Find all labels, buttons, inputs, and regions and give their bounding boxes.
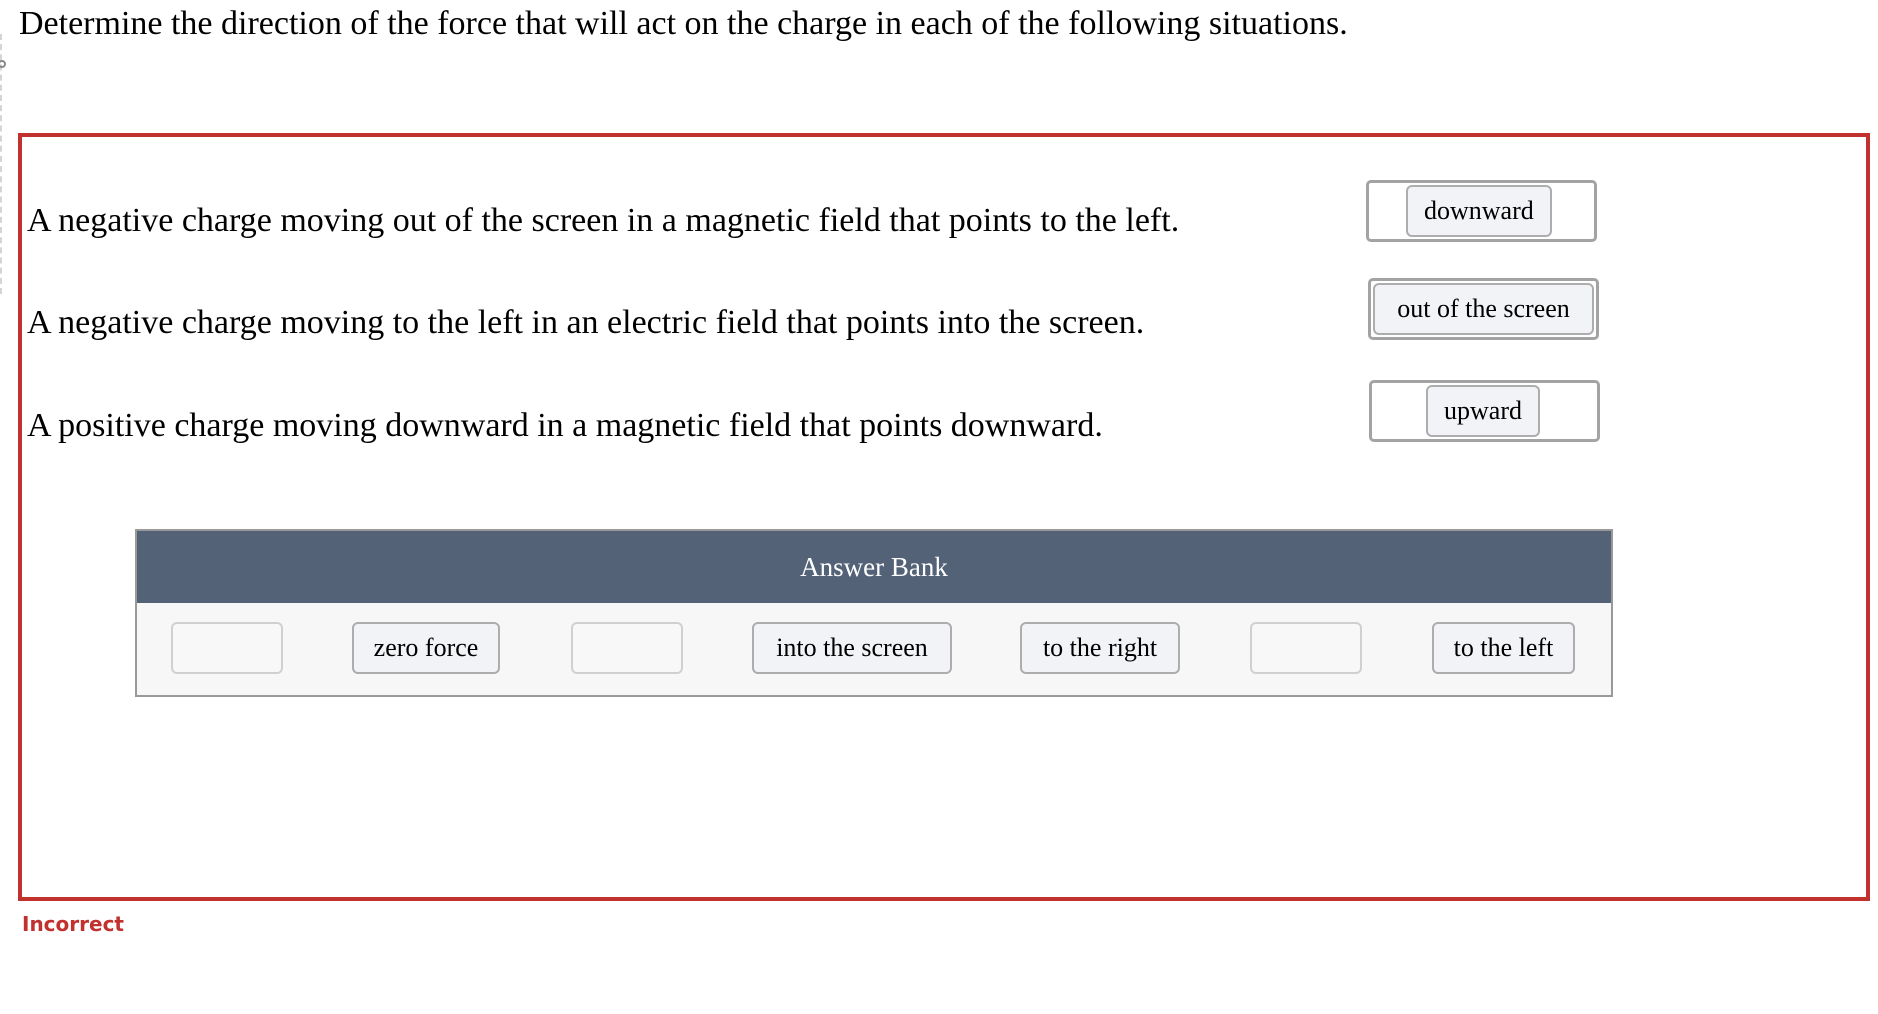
feedback-status: Incorrect — [22, 912, 124, 936]
empty-bank-cell — [1250, 622, 1362, 674]
gutter-guide-line — [0, 34, 6, 294]
answer-chip-to-the-left[interactable]: to the left — [1432, 622, 1575, 674]
placed-answer-chip[interactable]: out of the screen — [1373, 283, 1594, 335]
statement-2: A negative charge moving to the left in … — [27, 304, 1145, 341]
question-box-incorrect: A negative charge moving out of the scre… — [18, 133, 1870, 901]
answer-chip-to-the-right[interactable]: to the right — [1020, 622, 1180, 674]
answer-bank: Answer Bank zero force into the screen t… — [135, 529, 1613, 697]
empty-bank-cell — [171, 622, 283, 674]
placed-answer-chip[interactable]: upward — [1426, 385, 1540, 437]
answer-chip-into-the-screen[interactable]: into the screen — [752, 622, 952, 674]
question-title: Determine the direction of the force tha… — [19, 5, 1348, 42]
placed-answer-chip[interactable]: downward — [1406, 185, 1552, 237]
answer-slot-1[interactable]: downward — [1366, 180, 1597, 242]
answer-bank-body: zero force into the screen to the right … — [137, 603, 1611, 695]
statement-1: A negative charge moving out of the scre… — [27, 202, 1180, 239]
answer-slot-2[interactable]: out of the screen — [1368, 278, 1599, 340]
gutter-handle-icon — [0, 60, 6, 68]
answer-chip-zero-force[interactable]: zero force — [352, 622, 500, 674]
answer-slot-3[interactable]: upward — [1369, 380, 1600, 442]
empty-bank-cell — [571, 622, 683, 674]
statement-3: A positive charge moving downward in a m… — [27, 407, 1103, 444]
answer-bank-header: Answer Bank — [137, 531, 1611, 603]
